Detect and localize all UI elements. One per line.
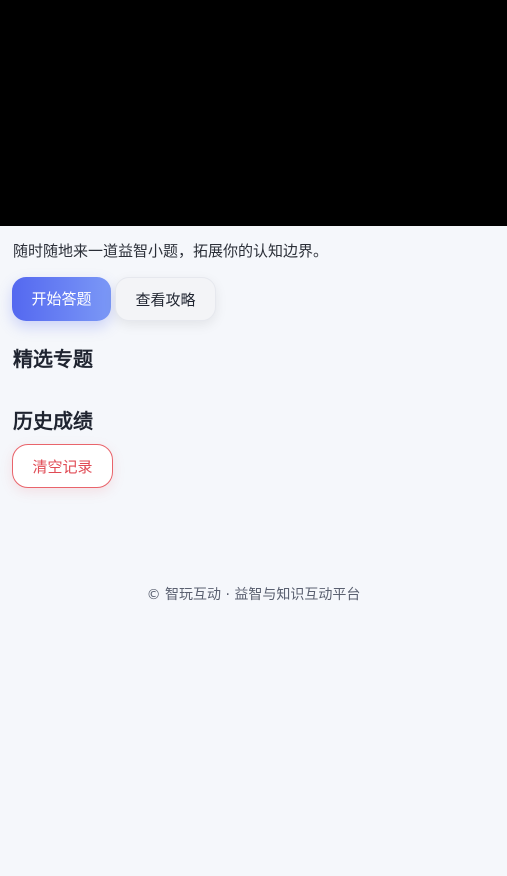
main-content: 随时随地来一道益智小题，拓展你的认知边界。 开始答题 查看攻略 精选专题 历史成… xyxy=(0,226,507,876)
history-scores-title: 历史成绩 xyxy=(13,409,93,433)
featured-topics-title: 精选专题 xyxy=(13,347,93,371)
clear-records-button[interactable]: 清空记录 xyxy=(12,444,113,488)
start-quiz-button[interactable]: 开始答题 xyxy=(12,277,111,321)
hero-banner-image xyxy=(0,0,507,226)
view-guide-button[interactable]: 查看攻略 xyxy=(115,277,216,321)
footer-copyright: © 智玩互动 · 益智与知识互动平台 xyxy=(146,587,361,603)
hero-tagline: 随时随地来一道益智小题，拓展你的认知边界。 xyxy=(13,242,329,260)
